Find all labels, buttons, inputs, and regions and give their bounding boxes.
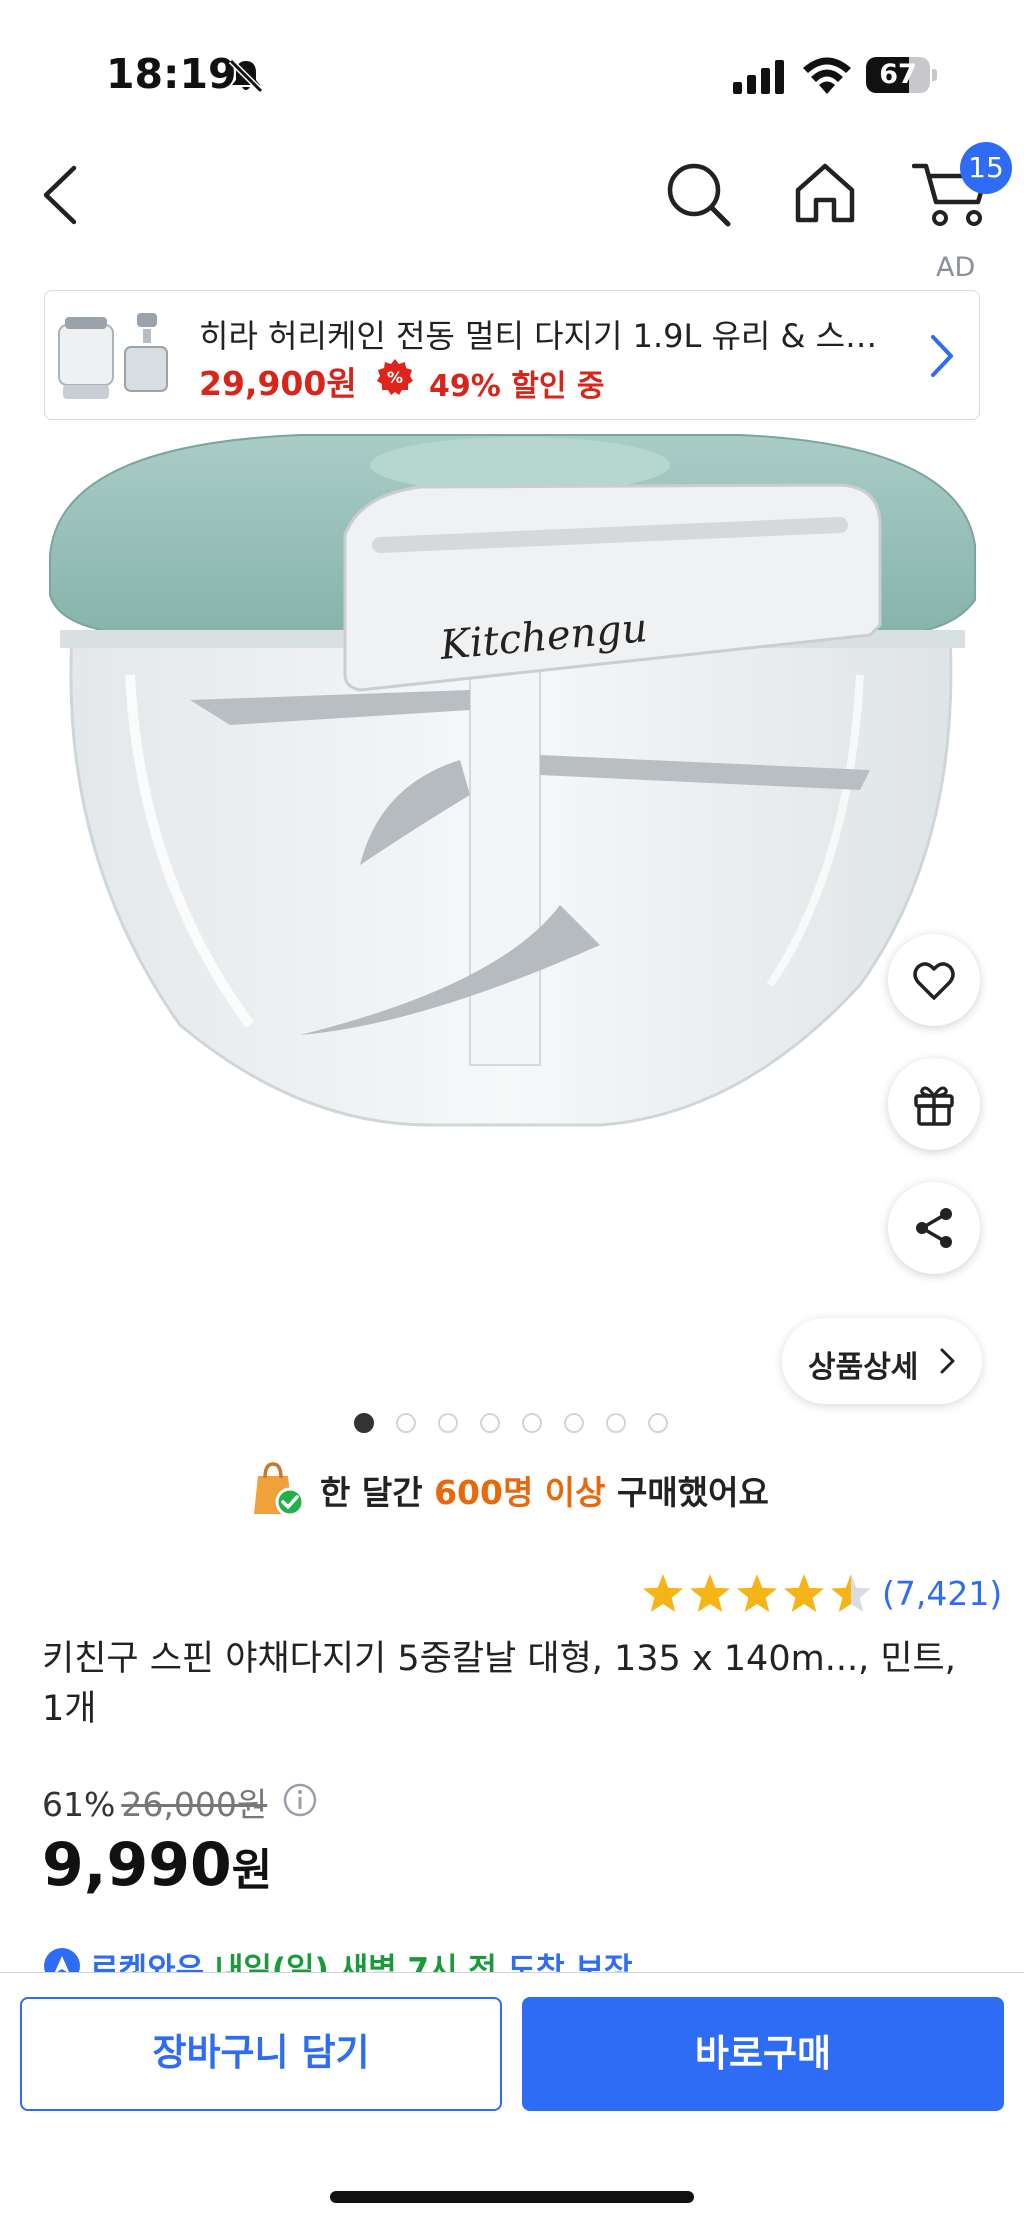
delivery-time: 내일(일) 새벽 7시 전 [214, 1952, 497, 1974]
cart-count-badge: 15 [960, 142, 1012, 194]
rating-star [784, 1574, 824, 1612]
ad-title: 히라 허리케인 전동 멀티 다지기 1.9L 유리 & 스텐 용기 [199, 317, 899, 355]
ad-price: 29,900원 [199, 364, 357, 403]
ad-banner[interactable]: 히라 허리케인 전동 멀티 다지기 1.9L 유리 & 스텐 용기 29,900… [44, 290, 980, 420]
home-icon[interactable] [790, 158, 860, 228]
bell-muted-icon [228, 58, 264, 94]
search-icon[interactable] [664, 160, 734, 230]
wishlist-button[interactable] [888, 934, 980, 1026]
buy-now-button[interactable]: 바로구매 [522, 1997, 1004, 2111]
home-indicator[interactable] [330, 2191, 694, 2203]
rating-star [690, 1574, 730, 1612]
carousel-dot[interactable] [522, 1413, 542, 1433]
final-price: 9,990원 [42, 1830, 273, 1900]
ad-label: AD [936, 252, 976, 283]
ad-discount: 49% 할인 중 [429, 369, 605, 404]
svg-text:%: % [387, 368, 403, 387]
share-button[interactable] [888, 1182, 980, 1274]
share-icon [916, 1208, 952, 1248]
add-to-cart-button[interactable]: 장바구니 담기 [20, 1997, 502, 2111]
rating-stars[interactable] [640, 1572, 880, 1618]
discount-badge-icon: % [377, 359, 413, 395]
shopping-bag-check-icon [254, 1462, 305, 1517]
delivery-brand: 로켓와우 [90, 1952, 205, 1974]
bottom-action-bar: 장바구니 담기 바로구매 [0, 1972, 1024, 2220]
carousel-dot[interactable] [648, 1413, 668, 1433]
carousel-dot[interactable] [438, 1413, 458, 1433]
battery-level: 67 [879, 59, 917, 90]
battery-icon: 67 [866, 57, 937, 93]
carousel-dot[interactable] [564, 1413, 584, 1433]
product-image[interactable]: Kitchengu [0, 425, 1024, 1445]
chevron-right-icon [940, 1348, 955, 1374]
chevron-right-icon [931, 335, 953, 377]
cellular-signal-icon [733, 60, 784, 94]
product-detail-button[interactable]: 상품상세 [782, 1318, 982, 1404]
original-price: 26,000원 [121, 1785, 268, 1824]
purchase-count-text: 한 달간 600명 이상 구매했어요 [320, 1473, 769, 1512]
price-original-row: 61% 26,000원 [42, 1778, 267, 1826]
wifi-icon [803, 57, 851, 94]
carousel-indicator[interactable] [354, 1413, 674, 1437]
product-page: 18:19 67 15 AD 히라 허리케인 전동 멀티 다지기 1.9L 유리… [0, 0, 1024, 2220]
carousel-dot[interactable] [396, 1413, 416, 1433]
review-count[interactable]: (7,421) [882, 1574, 1002, 1613]
info-icon[interactable] [282, 1782, 318, 1818]
carousel-dot[interactable] [480, 1413, 500, 1433]
ad-product-thumbnail [58, 313, 168, 399]
rating-star [737, 1574, 777, 1612]
product-detail-label: 상품상세 [808, 1350, 919, 1385]
heart-icon [913, 962, 955, 1000]
gift-icon [914, 1086, 954, 1126]
delivery-info: 로켓와우 내일(일) 새벽 7시 전 도착 보장 [42, 1944, 1002, 1974]
status-time: 18:19 [106, 50, 237, 98]
status-bar: 18:19 67 [0, 0, 1024, 130]
gift-button[interactable] [888, 1058, 980, 1150]
rocket-icon [44, 1948, 80, 1974]
carousel-dot[interactable] [354, 1413, 374, 1433]
rating-star [643, 1574, 683, 1612]
rating-star [831, 1574, 871, 1612]
discount-rate: 61% [42, 1785, 116, 1824]
product-title: 키친구 스핀 야채다지기 5중칼날 대형, 135 x 140m..., 민트,… [42, 1639, 956, 1729]
purchase-count-highlight: 600명 이상 [434, 1473, 606, 1512]
back-icon[interactable] [38, 160, 84, 230]
delivery-guarantee: 도착 보장 [507, 1952, 633, 1974]
carousel-dot[interactable] [606, 1413, 626, 1433]
